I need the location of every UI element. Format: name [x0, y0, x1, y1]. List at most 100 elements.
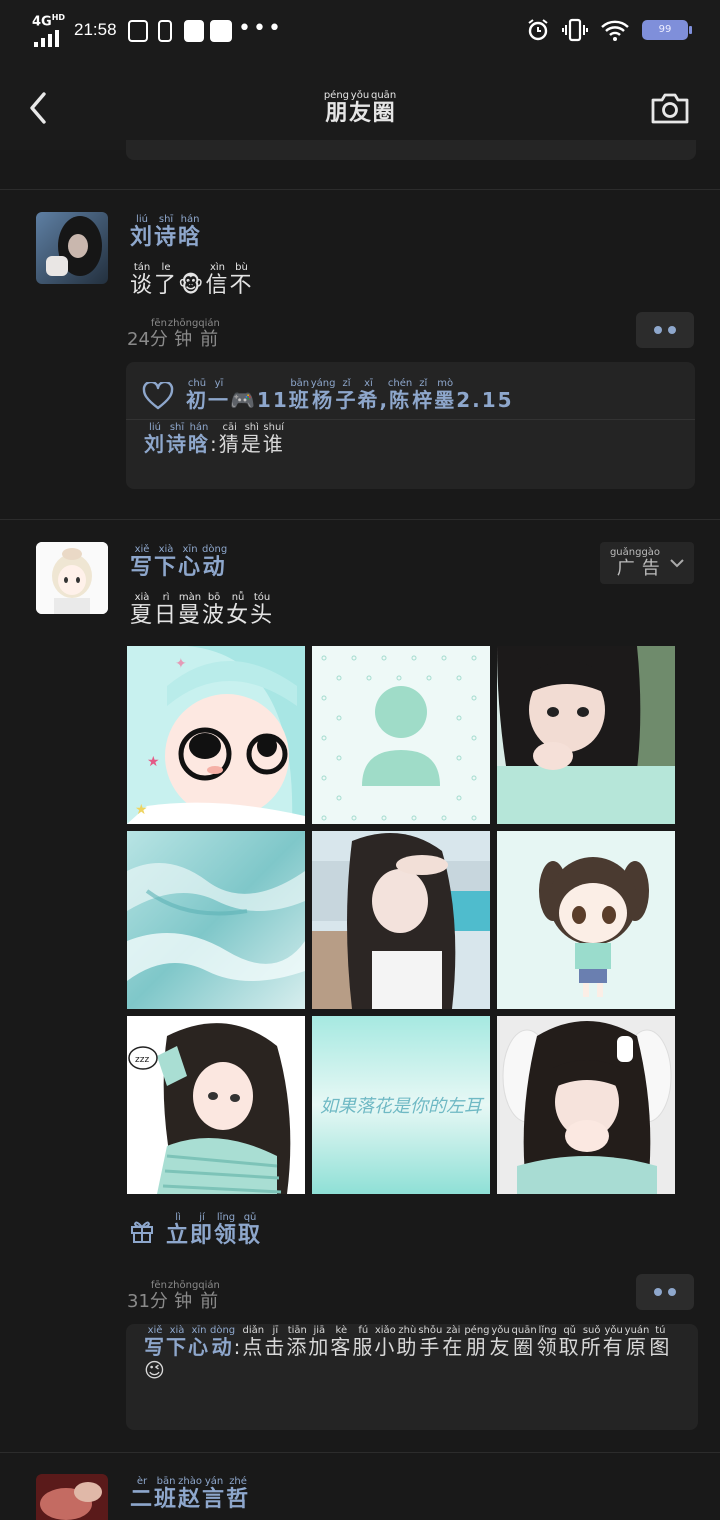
ruby-char: 小xiǎo — [374, 1325, 397, 1359]
post-author[interactable]: 二èr班bān赵zhào言yán哲zhé — [130, 1476, 250, 1513]
ruby-char: 原yuán — [624, 1325, 650, 1359]
status-bar: 4GHD 21:58 ••• 99 — [0, 0, 720, 64]
ruby-char: 服fú — [352, 1325, 375, 1359]
grid-image-chibi-girl[interactable] — [497, 831, 675, 1009]
more-notifications-icon: ••• — [238, 16, 283, 41]
ruby-char: 广guǎng — [609, 546, 642, 579]
ruby-char: 钟zhōng — [167, 318, 199, 350]
ruby-char: 晗hán — [188, 422, 210, 456]
svg-text:zzz: zzz — [135, 1055, 149, 1065]
ruby-char: 领lǐng — [214, 1212, 239, 1248]
divider — [0, 519, 720, 520]
ruby-char: 动dòng — [202, 544, 228, 580]
ruby-char: 头tóu — [250, 592, 275, 628]
vivo-notification-icon — [210, 20, 232, 42]
status-time: 21:58 — [74, 20, 117, 39]
vibrate-icon — [562, 18, 588, 42]
ruby-char: 子zǐ — [335, 378, 358, 412]
grid-image-ocean-waves[interactable] — [127, 831, 305, 1009]
heart-icon — [142, 381, 174, 409]
wifi-icon — [601, 20, 629, 41]
ruby-char: 加jiā — [308, 1325, 331, 1359]
ruby-char: 初chū — [186, 378, 208, 412]
grid-image-mint-gradient-text[interactable]: 如果落花是你的左耳 — [312, 1016, 490, 1194]
ruby-char: 波bō — [202, 592, 227, 628]
ruby-char: 梓zǐ — [412, 378, 435, 412]
post-author[interactable]: 写xiě下xià心xīn动dòng — [130, 544, 227, 581]
ruby-char: 手shǒu — [418, 1325, 443, 1359]
claim-now-button[interactable]: 立lì即jí领lǐng取qǔ — [130, 1212, 262, 1249]
image-grid: ✦ ★ ★ zzz 如果落花是你的左耳 — [127, 646, 675, 1194]
ruby-char: 墨mò — [434, 378, 457, 412]
ruby-char: 了le — [154, 262, 179, 298]
grid-image-cartoon-girl-glasses[interactable]: ✦ ★ ★ — [127, 646, 305, 824]
ruby-char: 击jī — [264, 1325, 287, 1359]
ruby-char: 写xiě — [144, 1325, 166, 1359]
ruby-char: 圈quān — [371, 90, 397, 126]
comment-row[interactable]: 写xiě下xià心xīn动dòng:点diǎn击jī添tiān加jiā客kè服f… — [126, 1324, 698, 1430]
ad-label: 广guǎng告gào — [610, 547, 660, 580]
network-type: 4GHD — [32, 13, 66, 30]
ruby-char: 不bù — [229, 262, 254, 298]
post-time: 24分fēn钟zhōng前qián — [127, 318, 220, 350]
ruby-char: 晗hán — [178, 214, 203, 250]
ruby-char: 分fēn — [149, 1280, 168, 1312]
comment-box: 初chū一yī🎮11班bān杨yáng子zǐ希xī,陈chén梓zǐ墨mò2.1… — [126, 362, 695, 489]
ruby-char: 钟zhōng — [167, 1280, 199, 1312]
post-text: 夏xià日rì曼màn波bō女nǚ头tóu — [130, 592, 274, 629]
ruby-char: 朋péng — [464, 1325, 490, 1359]
ruby-char: 二èr — [130, 1476, 155, 1512]
ruby-char: 客kè — [330, 1325, 353, 1359]
plain-char: 2.15 — [456, 388, 514, 412]
ruby-char: 添tiān — [286, 1325, 309, 1359]
grid-image-girl-photo-bunny[interactable] — [497, 1016, 675, 1194]
screenshot-notification-icon — [128, 20, 148, 42]
ruby-char: 刘liú — [130, 214, 155, 250]
ruby-char: 刘liú — [144, 422, 166, 456]
avatar[interactable] — [36, 1474, 108, 1520]
ruby-char: 心xīn — [178, 544, 203, 580]
ruby-char: 是shì — [240, 422, 263, 456]
ruby-char: 杨yáng — [310, 378, 336, 412]
post-author[interactable]: 刘liú诗shī晗hán — [130, 214, 202, 251]
gradient-caption: 如果落花是你的左耳 — [320, 1096, 485, 1117]
like-names[interactable]: 初chū一yī🎮11班bān杨yáng子zǐ希xī,陈chén梓zǐ墨mò2.1… — [186, 378, 514, 413]
likes-row: 初chū一yī🎮11班bān杨yáng子zǐ希xī,陈chén梓zǐ墨mò2.1… — [126, 362, 695, 420]
divider — [0, 1452, 720, 1453]
ruby-char: 信xìn — [205, 262, 230, 298]
ruby-char: 哲zhé — [226, 1476, 251, 1512]
ad-menu-button[interactable]: 广guǎng告gào — [600, 542, 694, 584]
phone-notification-icon — [158, 20, 172, 42]
ruby-char: 班bān — [288, 378, 311, 412]
ruby-char: 诗shī — [154, 214, 179, 250]
ruby-char: 取qǔ — [238, 1212, 263, 1248]
ruby-char: 在zài — [442, 1325, 465, 1359]
app-notification-icon — [184, 20, 204, 42]
grid-image-girl-photo-1[interactable] — [497, 646, 675, 824]
ruby-char: 有yǒu — [602, 1325, 625, 1359]
ruby-char: 写xiě — [130, 544, 155, 580]
more-actions-button[interactable] — [636, 312, 694, 348]
avatar[interactable] — [36, 542, 108, 614]
more-actions-button[interactable] — [636, 1274, 694, 1310]
avatar[interactable] — [36, 212, 108, 284]
ruby-char: 下xià — [166, 1325, 188, 1359]
ruby-char: 诗shī — [166, 422, 188, 456]
grid-image-default-avatar[interactable] — [312, 646, 490, 824]
svg-text:✦: ✦ — [175, 656, 187, 672]
ruby-char: 圈quān — [511, 1325, 537, 1359]
grid-image-girl-photo-beach[interactable] — [312, 831, 490, 1009]
nav-bar: 朋péng友yǒu圈quān — [0, 64, 720, 150]
grid-image-anime-girl-striped[interactable]: zzz — [127, 1016, 305, 1194]
plain-char: 🐵 — [178, 273, 206, 298]
plain-char: 11 — [256, 388, 289, 412]
ruby-char: 陈chén — [387, 378, 413, 412]
camera-icon[interactable] — [650, 90, 690, 126]
ruby-char: 所suǒ — [580, 1325, 603, 1359]
ruby-char: 下xià — [154, 544, 179, 580]
ruby-char: 即jí — [190, 1212, 215, 1248]
ruby-char: 心xīn — [188, 1325, 210, 1359]
ruby-char: 班bān — [154, 1476, 179, 1512]
ruby-char: 女nǚ — [226, 592, 251, 628]
comment-row[interactable]: 刘liú诗shī晗hán:猜cāi是shì谁shuí — [126, 420, 695, 465]
